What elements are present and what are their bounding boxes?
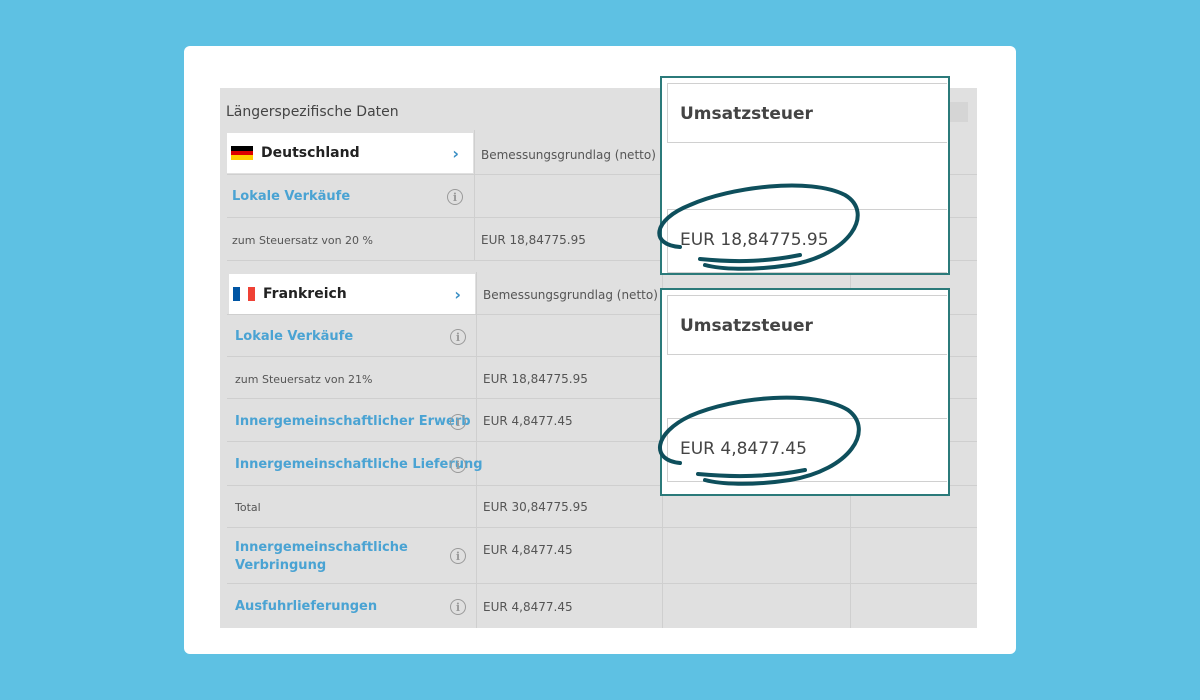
panel-tab	[948, 102, 968, 122]
country-name: Frankreich	[263, 286, 347, 302]
popout-value: EUR 4,8477.45	[680, 439, 807, 459]
acquisition-link[interactable]: Innergemeinschaftlicher Erwerb	[235, 413, 471, 431]
vat-popout-france: Umsatzsteuer EUR 4,8477.45	[660, 288, 950, 496]
info-icon[interactable]: i	[450, 329, 466, 345]
transfer-value: EUR 4,8477.45	[483, 543, 573, 557]
acquisition-value: EUR 4,8477.45	[483, 414, 573, 428]
column-divider	[474, 130, 475, 260]
popout-value-row: EUR 18,84775.95	[667, 209, 947, 273]
popout-header: Umsatzsteuer	[667, 295, 947, 355]
tax-rate-value: EUR 18,84775.95	[481, 233, 586, 247]
tax-rate-label: zum Steuersatz von 20 %	[232, 234, 373, 247]
chevron-right-icon: ›	[454, 284, 461, 304]
total-value: EUR 30,84775.95	[483, 500, 588, 514]
export-link[interactable]: Ausfuhrlieferungen	[235, 598, 377, 616]
transfer-link[interactable]: Innergemeinschaftliche Verbringung	[235, 539, 408, 575]
popout-header-label: Umsatzsteuer	[680, 316, 813, 336]
local-sales-link[interactable]: Lokale Verkäufe	[235, 328, 353, 346]
popout-value: EUR 18,84775.95	[680, 230, 829, 250]
country-selector-france[interactable]: Frankreich ›	[229, 274, 475, 314]
export-value: EUR 4,8477.45	[483, 600, 573, 614]
column-header: Bemessungsgrundlag (netto)	[483, 288, 658, 302]
row-divider	[227, 527, 977, 528]
panel-title: Längerspezifische Daten	[226, 104, 399, 120]
column-header: Bemessungsgrundlag (netto)	[481, 148, 656, 162]
popout-value-row: EUR 4,8477.45	[667, 418, 947, 482]
info-icon[interactable]: i	[450, 457, 466, 473]
chevron-right-icon: ›	[452, 143, 459, 163]
popout-header-label: Umsatzsteuer	[680, 104, 813, 124]
total-label: Total	[235, 501, 261, 514]
popout-header: Umsatzsteuer	[667, 83, 947, 143]
info-icon[interactable]: i	[450, 414, 466, 430]
delivery-link[interactable]: Innergemeinschaftliche Lieferung	[235, 456, 483, 474]
local-sales-link[interactable]: Lokale Verkäufe	[232, 188, 350, 206]
country-name: Deutschland	[261, 145, 360, 161]
row-divider	[227, 583, 977, 584]
info-icon[interactable]: i	[450, 548, 466, 564]
vat-popout-germany: Umsatzsteuer EUR 18,84775.95	[660, 76, 950, 275]
country-selector-germany[interactable]: Deutschland ›	[227, 133, 473, 173]
germany-flag-icon	[231, 146, 253, 161]
info-icon[interactable]: i	[447, 189, 463, 205]
france-flag-icon	[233, 287, 255, 301]
column-divider	[476, 272, 477, 628]
info-icon[interactable]: i	[450, 599, 466, 615]
tax-rate-value: EUR 18,84775.95	[483, 372, 588, 386]
tax-rate-label: zum Steuersatz von 21%	[235, 373, 373, 386]
